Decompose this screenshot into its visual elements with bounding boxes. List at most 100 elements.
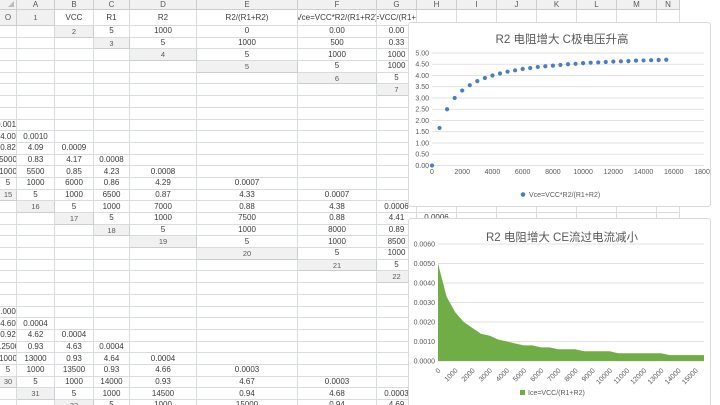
cell-E30[interactable]: 4.67: [197, 377, 298, 389]
cell-O5[interactable]: [197, 73, 298, 85]
cell-D13[interactable]: 0.85: [55, 166, 94, 178]
column-header-I[interactable]: I: [457, 0, 497, 10]
column-header-F[interactable]: F: [298, 0, 377, 10]
cell-M8[interactable]: [298, 108, 377, 120]
cell-A17[interactable]: 5: [94, 213, 130, 225]
cell-L22[interactable]: [130, 283, 197, 295]
cell-O15[interactable]: [0, 201, 17, 213]
row-header-21[interactable]: 21: [298, 260, 377, 272]
cell-H9[interactable]: [55, 120, 94, 132]
cell-B13[interactable]: 1000: [0, 166, 17, 178]
cell-M18[interactable]: [17, 236, 55, 248]
cell-B29[interactable]: 1000: [17, 365, 55, 377]
cell-E26[interactable]: 4.62: [17, 330, 55, 342]
column-header-B[interactable]: B: [55, 0, 94, 10]
cell-F15[interactable]: 0.0007: [298, 190, 377, 202]
cell-M6[interactable]: [130, 84, 197, 96]
cell-E13[interactable]: 4.23: [94, 166, 130, 178]
cell-G14[interactable]: [298, 178, 377, 190]
cell-E28[interactable]: 4.64: [94, 353, 130, 365]
cell-J23[interactable]: [94, 295, 130, 307]
cell-O6[interactable]: [298, 84, 377, 96]
cell-J10[interactable]: [197, 131, 298, 143]
cell-H22[interactable]: [0, 283, 17, 295]
cell-D11[interactable]: 0.82: [0, 143, 17, 155]
cell-D32[interactable]: 0.94: [298, 400, 377, 405]
cell-O19[interactable]: [130, 248, 197, 260]
row-header-20[interactable]: 20: [197, 248, 298, 260]
column-header-N[interactable]: N: [657, 0, 680, 10]
cell-I10[interactable]: [130, 131, 197, 143]
cell-G10[interactable]: [55, 131, 94, 143]
column-header-M[interactable]: M: [617, 0, 657, 10]
column-header-A[interactable]: A: [17, 0, 55, 10]
cell-L8[interactable]: [197, 108, 298, 120]
row-header-32[interactable]: 32: [55, 400, 94, 405]
cell-L4[interactable]: [17, 61, 55, 73]
row-header-5[interactable]: 5: [197, 61, 298, 73]
cell-J21[interactable]: [17, 271, 55, 283]
cell-A29[interactable]: 5: [0, 365, 17, 377]
cell-D2[interactable]: 0.00: [298, 26, 377, 38]
ice-area-chart[interactable]: R2 电阻增大 CE流过电流减小0.00000.00100.00200.0030…: [408, 218, 711, 405]
cell-I26[interactable]: [197, 330, 298, 342]
cell-G26[interactable]: [94, 330, 130, 342]
cell-C13[interactable]: 5500: [17, 166, 55, 178]
cell-H7[interactable]: [0, 96, 17, 108]
cell-K19[interactable]: [0, 248, 17, 260]
cell-O16[interactable]: [17, 213, 55, 225]
cell-F9[interactable]: 0.0011: [0, 120, 17, 132]
cell-N22[interactable]: [298, 283, 377, 295]
cell-H26[interactable]: [130, 330, 197, 342]
cell-I11[interactable]: [197, 143, 298, 155]
cell-A5[interactable]: 5: [298, 61, 377, 73]
cell-C31[interactable]: 14500: [130, 388, 197, 400]
cell-K6[interactable]: [55, 84, 94, 96]
cell-C1[interactable]: R2: [130, 10, 197, 26]
cell-H23[interactable]: [17, 295, 55, 307]
cell-M17[interactable]: [0, 225, 17, 237]
cell-G9[interactable]: [17, 120, 55, 132]
cell-C17[interactable]: 7500: [197, 213, 298, 225]
cell-H13[interactable]: [298, 166, 377, 178]
cell-O4[interactable]: [130, 61, 197, 73]
cell-N5[interactable]: [130, 73, 197, 85]
row-header-17[interactable]: 17: [55, 213, 94, 225]
cell-H12[interactable]: [197, 155, 298, 167]
cell-C32[interactable]: 15000: [197, 400, 298, 405]
cell-J8[interactable]: [94, 108, 130, 120]
cell-B19[interactable]: 1000: [298, 236, 377, 248]
cell-C3[interactable]: 500: [298, 38, 377, 50]
cell-D14[interactable]: 0.86: [94, 178, 130, 190]
cell-G24[interactable]: [17, 307, 55, 319]
cell-K4[interactable]: [0, 61, 17, 73]
row-header-3[interactable]: 3: [94, 38, 130, 50]
cell-J11[interactable]: [298, 143, 377, 155]
cell-D1[interactable]: R2/(R1+R2): [197, 10, 298, 26]
cell-D31[interactable]: 0.94: [197, 388, 298, 400]
cell-H28[interactable]: [298, 353, 377, 365]
cell-C14[interactable]: 6000: [55, 178, 94, 190]
row-header-1[interactable]: 1: [17, 10, 55, 26]
cell-I21[interactable]: [0, 271, 17, 283]
cell-K21[interactable]: [55, 271, 94, 283]
cell-D16[interactable]: 0.88: [197, 201, 298, 213]
cell-N3[interactable]: [55, 49, 94, 61]
row-header-18[interactable]: 18: [94, 225, 130, 237]
cell-I25[interactable]: [130, 318, 197, 330]
cell-G13[interactable]: [197, 166, 298, 178]
cell-A31[interactable]: 5: [55, 388, 94, 400]
cell-N1[interactable]: [0, 26, 17, 38]
cell-K24[interactable]: [197, 307, 298, 319]
cell-F10[interactable]: 0.0010: [17, 131, 55, 143]
cell-H11[interactable]: [130, 143, 197, 155]
cell-N6[interactable]: [197, 84, 298, 96]
cell-B2[interactable]: 1000: [130, 26, 197, 38]
cell-G25[interactable]: [55, 318, 94, 330]
cell-G8[interactable]: [0, 108, 17, 120]
cell-O31[interactable]: [17, 400, 55, 405]
cell-J26[interactable]: [298, 330, 377, 342]
cell-G12[interactable]: [130, 155, 197, 167]
cell-K23[interactable]: [130, 295, 197, 307]
column-header-L[interactable]: L: [577, 0, 617, 10]
